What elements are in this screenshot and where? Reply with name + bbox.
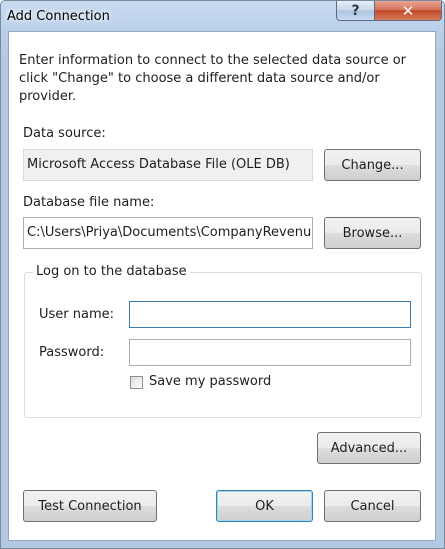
- close-button[interactable]: ✕: [374, 1, 442, 21]
- advanced-button-label: Advanced...: [330, 440, 408, 456]
- change-button-label: Change...: [341, 157, 404, 173]
- close-icon: ✕: [401, 1, 415, 20]
- logon-group: Log on to the database User name: Passwo…: [24, 264, 422, 418]
- change-button[interactable]: Change...: [324, 149, 421, 181]
- save-password-label[interactable]: Save my password: [149, 374, 271, 389]
- dialog-body: Enter information to connect to the sele…: [8, 31, 436, 541]
- test-connection-label: Test Connection: [38, 498, 142, 514]
- save-password-checkbox[interactable]: [130, 376, 143, 389]
- help-icon: ?: [351, 2, 360, 19]
- user-name-label: User name:: [39, 307, 115, 322]
- cancel-button-label: Cancel: [350, 498, 395, 514]
- database-file-input[interactable]: C:\Users\Priya\Documents\CompanyRevenu: [23, 217, 313, 249]
- password-label: Password:: [39, 345, 105, 360]
- password-input[interactable]: [129, 339, 411, 366]
- add-connection-dialog: Add Connection ? ✕ Enter information to …: [0, 0, 445, 549]
- logon-group-legend: Log on to the database: [33, 264, 190, 279]
- cancel-button[interactable]: Cancel: [324, 490, 421, 522]
- data-source-field: Microsoft Access Database File (OLE DB): [23, 149, 313, 181]
- advanced-button[interactable]: Advanced...: [317, 432, 421, 464]
- help-button[interactable]: ?: [336, 1, 375, 21]
- browse-button[interactable]: Browse...: [324, 217, 421, 249]
- ok-button-label: OK: [255, 498, 274, 514]
- intro-text: Enter information to connect to the sele…: [19, 53, 406, 104]
- browse-button-label: Browse...: [342, 225, 403, 241]
- test-connection-button[interactable]: Test Connection: [23, 490, 157, 522]
- database-file-label: Database file name:: [23, 195, 155, 210]
- data-source-label: Data source:: [23, 126, 106, 141]
- ok-button[interactable]: OK: [216, 490, 313, 522]
- window-title: Add Connection: [7, 9, 110, 24]
- user-name-input[interactable]: [129, 301, 411, 328]
